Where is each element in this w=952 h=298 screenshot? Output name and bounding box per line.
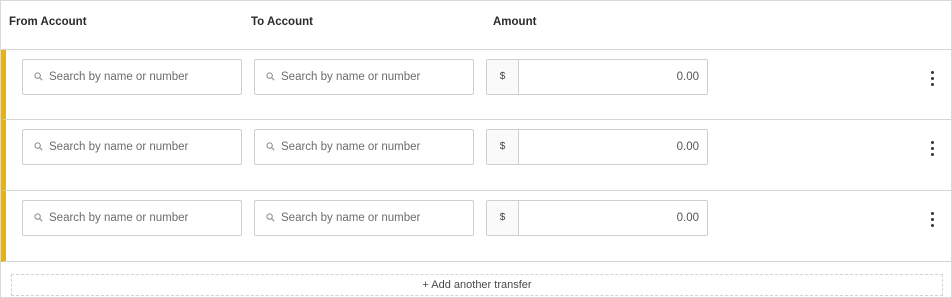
transfer-row: $ (1, 50, 951, 120)
to-account-input[interactable] (281, 130, 469, 164)
currency-symbol: $ (487, 201, 519, 235)
from-account-search[interactable] (22, 129, 242, 165)
more-vertical-icon[interactable] (925, 209, 941, 231)
to-account-search[interactable] (254, 129, 474, 165)
transfer-row: $ (1, 120, 951, 191)
to-account-header: To Account (251, 16, 313, 28)
to-account-search[interactable] (254, 200, 474, 236)
from-account-search[interactable] (22, 200, 242, 236)
to-account-input[interactable] (281, 60, 469, 94)
search-icon (266, 142, 275, 151)
from-account-input[interactable] (49, 60, 237, 94)
amount-input[interactable] (519, 201, 707, 235)
more-vertical-icon[interactable] (925, 138, 941, 160)
transfer-rows: $ $ (1, 50, 951, 262)
currency-symbol: $ (487, 130, 519, 164)
amount-input[interactable] (519, 60, 707, 94)
transfer-form: From Account To Account Amount $ (0, 0, 952, 298)
from-account-header: From Account (9, 16, 87, 28)
add-transfer-button[interactable]: + Add another transfer (11, 274, 943, 296)
search-icon (34, 213, 43, 222)
column-header-row: From Account To Account Amount (1, 1, 951, 50)
from-account-input[interactable] (49, 201, 237, 235)
from-account-search[interactable] (22, 59, 242, 95)
to-account-input[interactable] (281, 201, 469, 235)
search-icon (266, 72, 275, 81)
to-account-search[interactable] (254, 59, 474, 95)
more-vertical-icon[interactable] (925, 68, 941, 90)
search-icon (34, 72, 43, 81)
amount-header: Amount (493, 16, 537, 28)
from-account-input[interactable] (49, 130, 237, 164)
amount-field[interactable]: $ (486, 59, 708, 95)
currency-symbol: $ (487, 60, 519, 94)
amount-input[interactable] (519, 130, 707, 164)
search-icon (266, 213, 275, 222)
transfer-row: $ (1, 191, 951, 262)
amount-field[interactable]: $ (486, 129, 708, 165)
search-icon (34, 142, 43, 151)
amount-field[interactable]: $ (486, 200, 708, 236)
